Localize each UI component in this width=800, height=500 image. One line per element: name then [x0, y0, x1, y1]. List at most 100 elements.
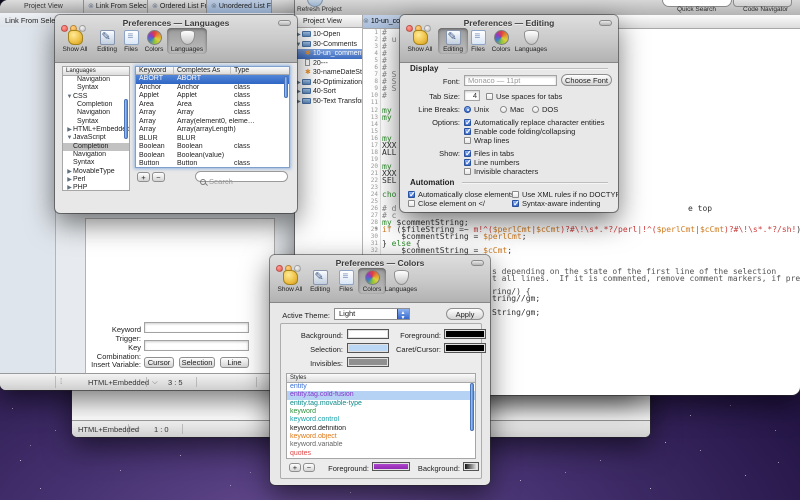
style-item[interactable]: keyword.variable	[287, 441, 475, 449]
close-element-on-row[interactable]: Close element on </	[408, 199, 485, 208]
apply-button[interactable]: Apply	[446, 308, 484, 320]
toolbar-languages-selected[interactable]: Languages	[167, 28, 207, 54]
tab-ordered-list[interactable]: Ordered List Fro…	[147, 0, 206, 13]
wrap-lines-row[interactable]: Wrap lines	[464, 136, 509, 145]
languages-sidebar[interactable]: Languages Navigation Syntax ▼CSS Complet…	[62, 66, 130, 191]
sidebar-item[interactable]: ▶MovableType	[63, 168, 129, 176]
choose-font-button[interactable]: Choose Font	[561, 74, 612, 86]
mac-radio-row[interactable]: Mac	[500, 105, 524, 114]
style-item[interactable]: keyword.control	[287, 416, 475, 424]
theme-dropdown[interactable]: Light ▲▼	[334, 308, 410, 320]
style-item[interactable]: entity.tag.movable-type	[287, 400, 475, 408]
column-header-keyword[interactable]: Keyword	[136, 67, 174, 75]
sidebar-scrollbar[interactable]	[124, 99, 128, 139]
tree-item-folder[interactable]: ▶40-Sort	[295, 87, 362, 97]
use-spaces-checkbox-row[interactable]: Use spaces for tabs	[486, 92, 562, 101]
toolbar-toggle-capsule[interactable]	[278, 20, 291, 26]
toolbar-colors[interactable]: Colors	[490, 30, 512, 53]
tree-item-file[interactable]: 20---	[295, 59, 362, 69]
table-row[interactable]: AreaAreaclass	[136, 101, 289, 110]
table-row[interactable]: ButtonButtonclass	[136, 160, 289, 168]
tree-item-folder[interactable]: ▶50-Text Transform	[295, 97, 362, 107]
font-field[interactable]: Monaco — 11pt	[464, 75, 557, 86]
invisible-characters-checkbox[interactable]	[464, 168, 471, 175]
column-header-completes-as[interactable]: Completes As	[174, 67, 231, 75]
toolbar-show-all[interactable]: Show All	[406, 30, 434, 53]
tab-size-field[interactable]: 4	[464, 90, 480, 101]
disclosure-down-icon[interactable]: ▼	[66, 134, 73, 142]
caret-cursor-swatch[interactable]	[444, 343, 486, 353]
style-item[interactable]: keyword	[287, 408, 475, 416]
preferences-editing-window[interactable]: Preferences — Editing Show All Editing F…	[400, 15, 618, 212]
source-list-pane[interactable]	[0, 27, 56, 374]
toolbar-files[interactable]: Files	[336, 270, 356, 293]
dos-radio-row[interactable]: DOS	[532, 105, 558, 114]
table-row-selected[interactable]: ABORTABORT	[136, 75, 289, 84]
tab-unordered-list-selected[interactable]: Unordered List F…	[206, 0, 272, 13]
sidebar-item[interactable]: Navigation	[63, 76, 129, 84]
syntax-indent-row[interactable]: Syntax-aware indenting	[512, 199, 600, 208]
toolbar-colors-selected[interactable]: Colors	[358, 268, 386, 294]
style-item[interactable]: keyword.definition	[287, 425, 475, 433]
xml-rules-row[interactable]: Use XML rules if no DOCTYPE	[512, 190, 618, 199]
sidebar-item[interactable]: Navigation	[63, 151, 129, 159]
sidebar-item[interactable]: ▶HTML+Embedded	[63, 126, 129, 134]
tab-link-from-selection[interactable]: Link From Selection	[83, 0, 147, 13]
preferences-languages-window[interactable]: Preferences — Languages Show All Editing…	[55, 15, 297, 213]
popup-chevron-icon[interactable]: ⌵	[134, 424, 140, 434]
project-pane-header[interactable]: Project View	[295, 15, 363, 28]
tree-item-file[interactable]: ✱30-nameDateStr	[295, 68, 362, 78]
keyword-trigger-field[interactable]	[144, 322, 249, 333]
close-element-on-checkbox[interactable]	[408, 200, 415, 207]
sidebar-item[interactable]: ▼JavaScript	[63, 134, 129, 142]
code-folding-checkbox[interactable]	[464, 128, 471, 135]
syntax-indent-checkbox[interactable]	[512, 200, 519, 207]
disclosure-right-icon[interactable]: ▶	[66, 126, 73, 134]
table-row[interactable]: ArrayArray(arrayLength)	[136, 126, 289, 135]
table-row[interactable]: ArrayArrayclass	[136, 109, 289, 118]
wrap-lines-checkbox[interactable]	[464, 137, 471, 144]
files-in-tabs-checkbox[interactable]	[464, 150, 471, 157]
line-numbers-row[interactable]: Line numbers	[464, 158, 519, 167]
toolbar-editing[interactable]: Editing	[95, 30, 119, 53]
sidebar-item[interactable]: Syntax	[63, 84, 129, 92]
table-row[interactable]: AppletAppletclass	[136, 92, 289, 101]
mac-radio[interactable]	[500, 106, 507, 113]
toolbar-show-all[interactable]: Show All	[61, 30, 89, 53]
splitter-grip-icon[interactable]: ⁞	[60, 377, 62, 386]
remove-style-button[interactable]: −	[303, 463, 315, 472]
disclosure-right-icon[interactable]: ▶	[66, 184, 73, 191]
table-row[interactable]: ArrayArray(element0, eleme…	[136, 118, 289, 127]
disclosure-right-icon[interactable]: ▶	[66, 176, 73, 184]
toolbar-languages[interactable]: Languages	[384, 270, 418, 293]
add-completion-button[interactable]: +	[137, 172, 150, 182]
disclosure-right-icon[interactable]: ▶	[66, 168, 73, 176]
style-item-selected[interactable]: entity.tag.cold-fusion	[287, 391, 475, 399]
search-field[interactable]: Search	[195, 171, 288, 182]
cursor-button[interactable]: Cursor	[144, 357, 174, 368]
style-item[interactable]: entity	[287, 383, 475, 391]
toolbar-colors[interactable]: Colors	[143, 30, 165, 53]
styles-scrollbar[interactable]	[470, 383, 474, 431]
style-background-swatch[interactable]	[463, 462, 479, 471]
sidebar-item[interactable]: Syntax	[63, 159, 129, 167]
project-view-label[interactable]: Project View	[24, 3, 63, 10]
unix-radio-row[interactable]: Unix	[464, 105, 489, 114]
sidebar-item[interactable]: Navigation	[63, 109, 129, 117]
toolbar-editing-selected[interactable]: Editing	[438, 28, 468, 54]
language-mode-label[interactable]: HTML+Embedded	[78, 425, 139, 434]
disclosure-down-icon[interactable]: ▼	[66, 93, 73, 101]
code-folding-row[interactable]: Enable code folding/collapsing	[464, 127, 575, 136]
remove-completion-button[interactable]: −	[152, 172, 165, 182]
key-combination-field[interactable]	[144, 340, 249, 351]
code-fold-icon[interactable]: ▾	[375, 226, 378, 232]
add-style-button[interactable]: +	[289, 463, 301, 472]
replace-entities-row[interactable]: Automatically replace character entities	[464, 118, 604, 127]
line-button[interactable]: Line	[220, 357, 249, 368]
tree-item-folder[interactable]: ▼30-Comments	[295, 40, 362, 50]
tree-item-folder[interactable]: ▶40-Optimization	[295, 78, 362, 88]
tree-item-folder[interactable]: ▶10-Open	[295, 30, 362, 40]
line-numbers-checkbox[interactable]	[464, 159, 471, 166]
toolbar-toggle-capsule[interactable]	[471, 260, 484, 266]
selection-button[interactable]: Selection	[179, 357, 215, 368]
